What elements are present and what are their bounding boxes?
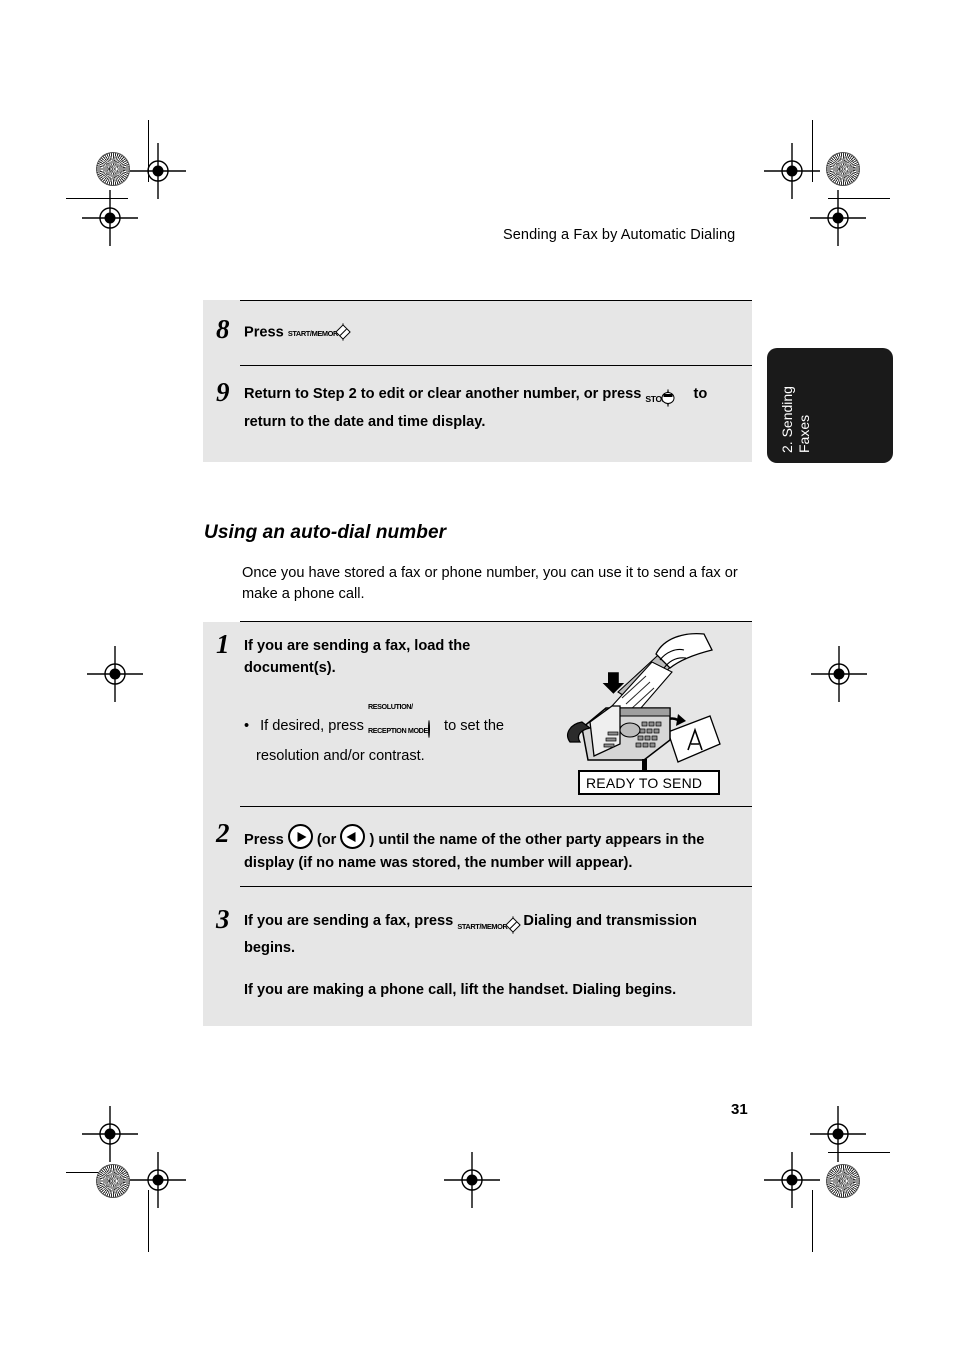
step-2-text-mid: (or bbox=[316, 832, 337, 848]
section-intro-paragraph: Once you have stored a fax or phone numb… bbox=[242, 565, 738, 602]
step-8-text-before: Press bbox=[244, 324, 284, 341]
rule-top-block-between-8-9 bbox=[240, 365, 752, 366]
chapter-thumb-tab: 2. Sending Faxes bbox=[767, 348, 893, 463]
step-2-text-before: Press bbox=[244, 832, 284, 848]
halftone-star-target-tl bbox=[96, 152, 130, 186]
start-memory-key-label: START/MEMORY bbox=[287, 329, 343, 338]
lcd-display-box: READY TO SEND bbox=[578, 770, 720, 795]
trim-line-horizontal-tr bbox=[828, 198, 890, 199]
trim-line-horizontal-br bbox=[828, 1152, 890, 1153]
step-2-text: Press (or ) until the name of the other … bbox=[244, 824, 744, 874]
step-1-number: 1 bbox=[216, 629, 230, 659]
rule-main-block-between-2-3 bbox=[240, 886, 752, 887]
step-9-number: 9 bbox=[216, 377, 230, 407]
chapter-thumb-tab-label: 2. Sending Faxes bbox=[779, 386, 812, 453]
step-3-text-line3: If you are making a phone call, lift the… bbox=[244, 982, 677, 998]
start-memory-key-icon-step3[interactable]: START/MEMORY bbox=[457, 915, 521, 937]
registration-crosshair-bl2 bbox=[130, 1152, 186, 1208]
registration-crosshair-bl bbox=[82, 1106, 138, 1162]
trim-line-vertical-tr bbox=[812, 120, 813, 182]
section-heading: Using an auto-dial number bbox=[204, 522, 447, 543]
trim-line-vertical-bl bbox=[148, 1190, 149, 1252]
step-9-text: Return to Step 2 to edit or clear anothe… bbox=[244, 384, 744, 433]
step-3-text: If you are sending a fax, press START/ME… bbox=[244, 911, 744, 1002]
resolution-reception-mode-key-label: RESOLUTION/ RECEPTION MODE bbox=[367, 702, 428, 735]
step-2-number: 2 bbox=[216, 818, 230, 848]
arrow-left-key-icon[interactable] bbox=[340, 824, 366, 849]
fax-machine-body bbox=[567, 705, 671, 761]
resolution-reception-mode-key-oval bbox=[427, 720, 430, 738]
step-8-number: 8 bbox=[216, 314, 230, 344]
halftone-star-target-tr bbox=[826, 152, 860, 186]
trim-line-vertical-br bbox=[812, 1190, 813, 1252]
page-number: 31 bbox=[731, 1101, 748, 1118]
resolution-reception-mode-key-icon[interactable]: RESOLUTION/ RECEPTION MODE bbox=[368, 693, 440, 741]
step-1-bullet-text-line2: resolution and/or contrast. bbox=[256, 748, 425, 764]
trim-line-horizontal-bl bbox=[66, 1172, 128, 1173]
arrow-right-key-icon[interactable] bbox=[287, 824, 313, 849]
lcd-display-text: READY TO SEND bbox=[586, 775, 703, 791]
registration-crosshair-ml bbox=[87, 646, 143, 702]
output-page bbox=[667, 715, 721, 763]
trim-line-horizontal-tl bbox=[66, 198, 128, 199]
step-2-text-line2: display (if no name was stored, the numb… bbox=[244, 854, 633, 871]
step-3-text-after: . Dialing and transmission bbox=[515, 913, 697, 929]
registration-crosshair-br bbox=[810, 1106, 866, 1162]
registration-crosshair-bc bbox=[444, 1152, 500, 1208]
step-1-text-line2: document(s). bbox=[244, 659, 336, 676]
step-1-bullet-text-after: to set the bbox=[444, 718, 505, 734]
rule-main-block-above-step1 bbox=[240, 621, 752, 622]
start-memory-key-oval bbox=[335, 323, 351, 341]
bullet-dot-icon: • bbox=[244, 718, 250, 734]
start-memory-key-label-step3: START/MEMORY bbox=[457, 922, 512, 931]
step-1-text: If you are sending a fax, load the docum… bbox=[244, 636, 514, 679]
registration-crosshair-tl bbox=[130, 143, 186, 199]
halftone-star-target-bl bbox=[96, 1164, 130, 1198]
step-1-bullet-text-before: If desired, press bbox=[260, 718, 364, 734]
start-memory-key-icon[interactable]: START/MEMORY bbox=[287, 322, 351, 344]
step-3-text-line2: begins. bbox=[244, 939, 296, 956]
step-8-text: Press START/MEMORY bbox=[244, 322, 351, 344]
trim-line-vertical-tl bbox=[148, 120, 149, 182]
step-2-text-after: ) until the name of the other party appe… bbox=[369, 832, 705, 848]
rule-main-block-between-1-2 bbox=[240, 806, 752, 807]
step-3-number: 3 bbox=[216, 904, 230, 934]
step-1-bullet: • If desired, press RESOLUTION/ RECEPTIO… bbox=[244, 693, 534, 768]
stop-circle-icon bbox=[661, 392, 675, 404]
step-9-text-after: to bbox=[693, 386, 708, 402]
step-9-text-line2: return to the date and time display. bbox=[244, 413, 486, 430]
hand-illustration bbox=[655, 632, 713, 669]
stop-key-icon[interactable]: STOP bbox=[645, 388, 689, 410]
rule-top-block-above-step8 bbox=[240, 300, 752, 301]
step-1-text-line1: If you are sending a fax, load the bbox=[244, 638, 471, 654]
registration-crosshair-mr bbox=[811, 646, 867, 702]
step-9-text-before: Return to Step 2 to edit or clear anothe… bbox=[244, 386, 642, 402]
step-3-text-before: If you are sending a fax, press bbox=[244, 913, 454, 929]
stop-key-oval bbox=[661, 389, 675, 407]
halftone-star-target-br bbox=[826, 1164, 860, 1198]
start-memory-key-oval-step3 bbox=[504, 916, 521, 934]
running-head: Sending a Fax by Automatic Dialing bbox=[503, 227, 736, 243]
